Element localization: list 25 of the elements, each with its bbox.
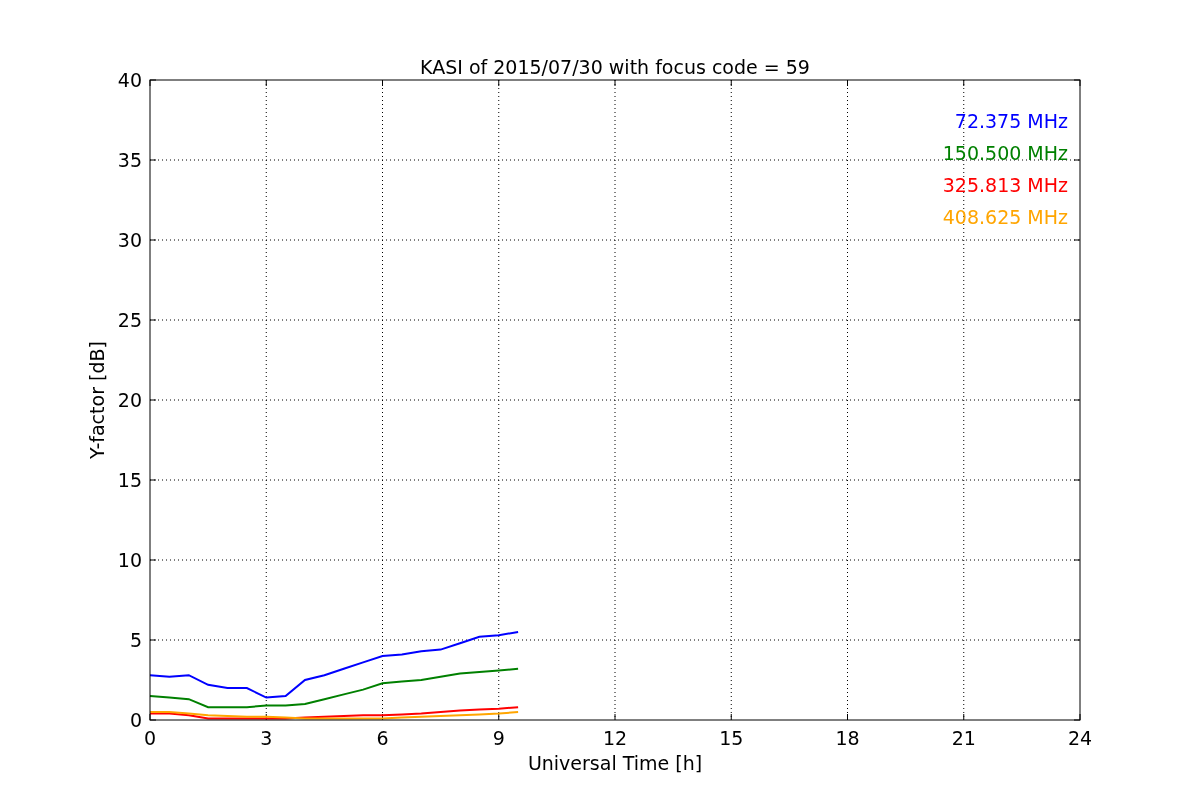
y-tick-label: 25: [117, 309, 142, 331]
y-tick-label: 0: [129, 709, 142, 731]
y-tick-label: 30: [117, 229, 142, 251]
x-tick-label: 0: [143, 727, 157, 749]
legend-label: 408.625 MHz: [942, 206, 1068, 228]
y-tick-label: 20: [117, 389, 142, 411]
legend-label: 72.375 MHz: [954, 110, 1068, 132]
y-tick-label: 15: [117, 469, 142, 491]
legend-label: 325.813 MHz: [942, 174, 1068, 196]
x-axis-label: Universal Time [h]: [527, 752, 703, 774]
chart-title: KASI of 2015/07/30 with focus code = 59: [420, 56, 810, 78]
y-tick-label: 5: [129, 629, 142, 651]
x-tick-label: 15: [719, 727, 744, 749]
x-tick-label: 9: [492, 727, 505, 749]
x-tick-label: 24: [1067, 727, 1093, 749]
x-tick-label: 12: [602, 727, 628, 749]
x-tick-label: 21: [951, 727, 976, 749]
legend-label: 150.500 MHz: [942, 142, 1068, 164]
x-tick-label: 18: [835, 727, 860, 749]
x-tick-label: 6: [376, 727, 389, 749]
y-axis-label: Y-factor [dB]: [86, 341, 108, 459]
y-tick-label: 35: [117, 149, 142, 171]
y-tick-label: 10: [117, 549, 142, 571]
y-tick-label: 40: [117, 69, 142, 91]
x-tick-label: 3: [260, 727, 273, 749]
